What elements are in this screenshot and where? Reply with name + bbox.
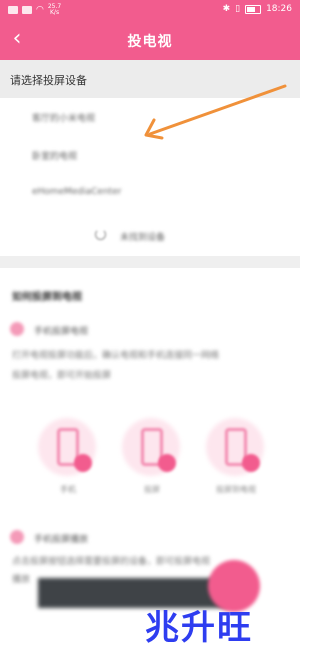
device-name: eHomeMediaCenter: [32, 187, 122, 197]
illustration-caption: 投屏: [144, 485, 160, 494]
device-section-title: 请选择投屏设备: [10, 74, 87, 87]
illustration-phone: 投屏到电视: [206, 418, 266, 508]
network-speed-unit: K/s: [49, 9, 60, 16]
app-bar: ‹ 投电视: [0, 20, 300, 60]
refresh-label: 未找到设备: [120, 233, 166, 243]
signal-icon: [22, 6, 32, 14]
battery-icon: [245, 4, 262, 14]
annotation-arrow: [144, 84, 287, 140]
device-name: 卧室的电视: [32, 152, 78, 162]
badge-icon: [158, 454, 176, 472]
step-one-desc-line1: 打开电视投屏功能后，确认电视和手机连接同一网络: [12, 351, 220, 361]
status-bar: ◠ 25.7 K/s ✱ ▯ 18:26: [0, 0, 300, 20]
step-two-title: 手机投屏播放: [34, 535, 89, 545]
step-one-dot-icon: [10, 322, 24, 336]
illustration-phone: 投屏: [122, 418, 182, 508]
step-one-desc-line2: 投屏电视，即可开始投屏: [12, 371, 112, 381]
wifi-icon: ◠: [36, 5, 44, 15]
help-title: 如何投屏到电视: [12, 292, 82, 303]
refresh-devices-button[interactable]: 未找到设备: [0, 220, 300, 250]
watermark-logo: 兆升旺: [145, 608, 253, 648]
bluetooth-icon: ✱: [222, 4, 231, 14]
illustration-caption: 投屏到电视: [216, 485, 256, 494]
section-divider: [0, 256, 300, 268]
badge-icon: [242, 454, 260, 472]
vibrate-icon: ▯: [235, 4, 241, 14]
illustration-caption: 手机: [60, 485, 76, 494]
device-item[interactable]: eHomeMediaCenter: [0, 174, 300, 212]
status-time: 18:26: [266, 4, 292, 14]
step-two-dot-icon: [10, 530, 24, 544]
refresh-icon: [95, 229, 106, 240]
network-speed: 25.7 K/s: [48, 4, 61, 16]
badge-icon: [74, 454, 92, 472]
carrier-icon: [8, 6, 18, 14]
page-title: 投电视: [127, 34, 173, 50]
device-name: 客厅的小米电视: [32, 114, 96, 124]
step-one-title: 手机投屏电视: [34, 327, 89, 337]
illustration-phone: 手机: [38, 418, 98, 508]
